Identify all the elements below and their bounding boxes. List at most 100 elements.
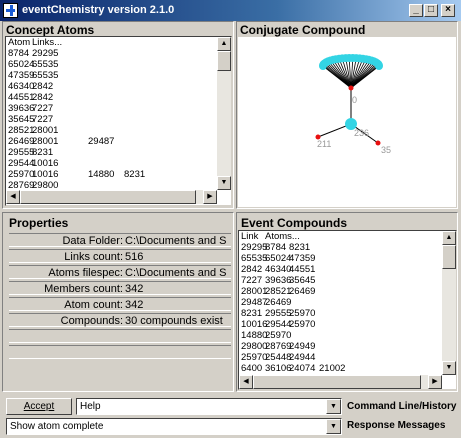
list-item[interactable]: 14880 25970 <box>239 330 456 341</box>
event-compounds-rows: 29295 8784 8231 65535 65024 47359 2842 46340 445… <box>239 242 456 374</box>
list-item[interactable]: 29295 8784 8231 <box>239 242 456 253</box>
property-label: Members count: <box>44 283 123 295</box>
window-title: eventChemistry version 2.1.0 <box>22 4 175 16</box>
concept-atoms-header: Atom Links... <box>6 37 231 48</box>
app-icon[interactable] <box>3 3 18 18</box>
maximize-button[interactable]: □ <box>424 4 438 17</box>
property-row: Atom count: 342 <box>9 297 231 311</box>
accept-button[interactable]: Accept <box>6 398 72 415</box>
node-label: 236 <box>354 128 369 138</box>
list-cell: 8784 <box>265 242 287 253</box>
conjugate-compound-panel: Conjugate Compound 0 211 236 35 <box>236 21 458 209</box>
response-dropdown-button[interactable]: ▼ <box>326 419 341 434</box>
property-value: 30 compounds exist <box>125 315 223 327</box>
list-cell: 28521 <box>265 286 292 297</box>
property-value: 342 <box>125 283 144 295</box>
list-cell: 26469 <box>265 297 292 308</box>
concept-atoms-title: Concept Atoms <box>6 23 95 37</box>
list-item[interactable]: 44551 2842 <box>6 92 231 103</box>
scroll-thumb[interactable] <box>217 51 231 71</box>
list-item[interactable]: 46340 2842 <box>6 81 231 92</box>
list-cell: 14880 <box>241 330 268 341</box>
list-cell: 10016 <box>32 169 59 180</box>
list-item[interactable]: 65535 65024 47359 <box>239 253 456 264</box>
command-dropdown-button[interactable]: ▼ <box>326 399 341 414</box>
list-cell: 8784 <box>8 48 30 59</box>
list-cell: 36106 <box>265 363 292 374</box>
list-item[interactable]: 7227 39636 35645 <box>239 275 456 286</box>
list-cell: 65535 <box>241 253 268 264</box>
scroll-left-button[interactable]: ◀ <box>239 375 253 389</box>
list-cell: 7227 <box>241 275 263 286</box>
event-compounds-hscroll[interactable]: ◀ ▶ <box>239 375 442 389</box>
list-item[interactable]: 28521 28001 <box>6 125 231 136</box>
header-atoms: Atoms... <box>265 231 300 242</box>
list-cell: 25970 <box>241 352 268 363</box>
scroll-up-button[interactable]: ▲ <box>442 231 456 245</box>
list-item[interactable]: 35645 7227 <box>6 114 231 125</box>
property-row: Links count: 516 <box>9 249 231 263</box>
list-item[interactable]: 2842 46340 44551 <box>239 264 456 275</box>
list-item[interactable]: 10016 29544 25970 <box>239 319 456 330</box>
scroll-thumb[interactable] <box>253 375 421 389</box>
app-window: eventChemistry version 2.1.0 _ □ × Conce… <box>0 0 461 438</box>
close-button[interactable]: × <box>441 4 455 17</box>
property-row <box>9 329 231 343</box>
concept-atoms-list[interactable]: Atom Links... 8784 29295 65024 65535 47359 65… <box>5 36 232 206</box>
atom-node[interactable] <box>348 85 354 91</box>
property-value: C:\Documents and S <box>125 267 227 279</box>
minimize-button[interactable]: _ <box>409 4 423 17</box>
list-item[interactable]: 6400 36106 24074 21002 <box>239 363 456 374</box>
scroll-left-button[interactable]: ◀ <box>6 190 20 204</box>
list-cell: 39636 <box>265 275 292 286</box>
list-item[interactable]: 8784 29295 <box>6 48 231 59</box>
concept-atoms-hscroll[interactable]: ◀ ▶ <box>6 190 217 204</box>
list-item[interactable]: 29800 28769 24949 <box>239 341 456 352</box>
list-item[interactable]: 65024 65535 <box>6 59 231 70</box>
list-item[interactable]: 28001 28521 26469 <box>239 286 456 297</box>
property-label: Compounds: <box>60 315 123 327</box>
scroll-down-button[interactable]: ▼ <box>442 361 456 375</box>
scroll-thumb[interactable] <box>20 190 196 204</box>
header-links: Links... <box>32 37 63 48</box>
scroll-down-button[interactable]: ▼ <box>217 176 231 190</box>
event-compounds-vscroll[interactable]: ▲ ▼ <box>442 231 456 375</box>
list-cell: 24944 <box>289 352 316 363</box>
scroll-right-button[interactable]: ▶ <box>203 190 217 204</box>
scroll-thumb[interactable] <box>442 245 456 269</box>
list-item[interactable]: 47359 65535 <box>6 70 231 81</box>
list-item[interactable]: 8231 29555 25970 <box>239 308 456 319</box>
list-item[interactable]: 25970 25448 24944 <box>239 352 456 363</box>
property-value: 516 <box>125 251 144 263</box>
list-cell: 2842 <box>32 81 54 92</box>
scroll-right-button[interactable]: ▶ <box>428 375 442 389</box>
event-compounds-panel: Event Compounds Link Atoms... 29295 8784 8… <box>236 212 458 392</box>
list-cell: 25970 <box>265 330 292 341</box>
list-cell: 28001 <box>32 136 59 147</box>
list-item[interactable]: 25970 10016 14880 8231 <box>6 169 231 180</box>
list-item[interactable]: 29555 8231 <box>6 147 231 158</box>
header-atom: Atom <box>8 37 31 48</box>
command-input-value: Help <box>80 401 101 412</box>
response-messages-field[interactable]: Show atom complete ▼ <box>6 418 342 435</box>
concept-atoms-vscroll[interactable]: ▲ ▼ <box>217 37 231 190</box>
event-compounds-list[interactable]: Link Atoms... 29295 8784 8231 65535 65024 473… <box>238 230 457 390</box>
command-history-label: Command Line/History <box>347 401 457 412</box>
title-bar[interactable]: eventChemistry version 2.1.0 _ □ × <box>0 0 461 21</box>
property-row: Compounds: 30 compounds exist <box>9 313 231 327</box>
list-cell: 29555 <box>8 147 35 158</box>
list-item[interactable]: 29544 10016 <box>6 158 231 169</box>
list-item[interactable]: 26469 28001 29487 <box>6 136 231 147</box>
list-item[interactable]: 29487 26469 <box>239 297 456 308</box>
list-item[interactable]: 39636 7227 <box>6 103 231 114</box>
compound-graph[interactable]: 0 211 236 35 <box>238 37 456 207</box>
list-cell: 29800 <box>241 341 268 352</box>
scroll-up-button[interactable]: ▲ <box>217 37 231 51</box>
command-input[interactable]: Help ▼ <box>76 398 342 415</box>
atom-node[interactable] <box>375 140 381 146</box>
list-cell: 2842 <box>241 264 263 275</box>
list-cell: 2842 <box>32 92 54 103</box>
list-cell: 47359 <box>8 70 35 81</box>
conjugate-compound-canvas[interactable]: 0 211 236 35 <box>238 37 456 207</box>
list-cell: 46340 <box>265 264 292 275</box>
